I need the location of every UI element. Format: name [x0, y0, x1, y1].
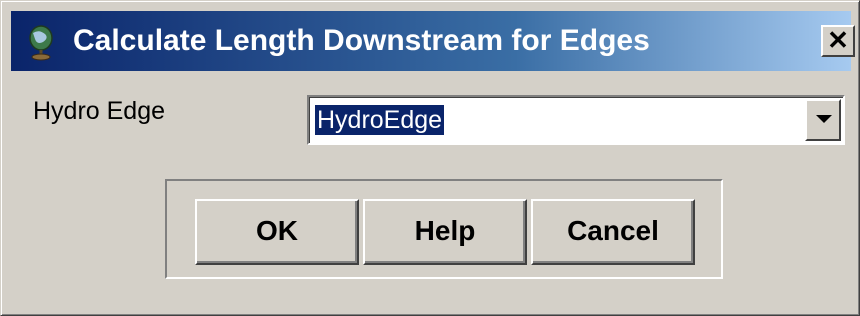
hydro-edge-label: Hydro Edge [33, 97, 166, 125]
dropdown-button[interactable] [805, 99, 841, 141]
close-icon: ✕ [827, 25, 849, 55]
ok-button[interactable]: OK [195, 199, 359, 265]
close-button[interactable]: ✕ [821, 25, 855, 57]
dialog-window: Calculate Length Downstream for Edges ✕ … [0, 0, 860, 316]
cancel-button[interactable]: Cancel [531, 199, 695, 265]
title-bar[interactable]: Calculate Length Downstream for Edges ✕ [11, 11, 855, 71]
chevron-down-icon [816, 115, 832, 123]
hydro-edge-select[interactable]: HydroEdge [307, 95, 845, 145]
hydro-edge-selected-value: HydroEdge [315, 105, 445, 135]
window-title: Calculate Length Downstream for Edges [73, 24, 650, 57]
help-button[interactable]: Help [363, 199, 527, 265]
globe-icon [29, 25, 53, 61]
